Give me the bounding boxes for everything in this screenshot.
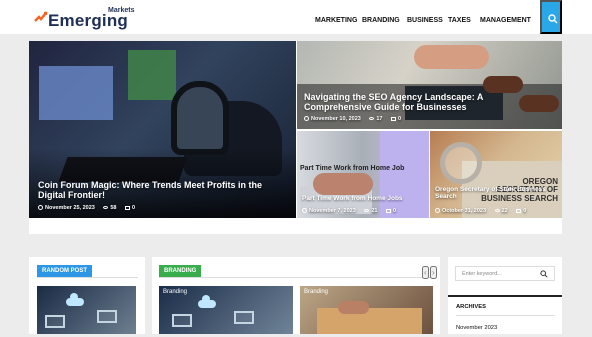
- device-illustration: [234, 311, 254, 324]
- comment-icon: [516, 209, 522, 213]
- archive-link[interactable]: November 2023: [456, 325, 497, 331]
- category-tag[interactable]: Branding: [163, 289, 187, 295]
- eye-icon: [494, 209, 500, 212]
- comment-count: 0: [392, 208, 397, 214]
- magnifying-glass-illustration: [440, 142, 482, 184]
- featured-post-image-part-time[interactable]: Part Time Work from Home Job: [297, 131, 429, 218]
- hands-illustration: [414, 45, 489, 69]
- chevron-left-icon[interactable]: ‹: [422, 266, 429, 279]
- view-count: 17: [376, 116, 383, 122]
- cloud-illustration: [66, 293, 84, 306]
- view-count: 21: [371, 208, 378, 214]
- comment-count: 0: [523, 208, 527, 214]
- hero-oregon-meta: October 31, 2023 22 0: [435, 208, 526, 214]
- nav-taxes[interactable]: TAXES: [448, 17, 471, 24]
- comment-icon: [391, 117, 397, 121]
- image-sign: [380, 131, 429, 218]
- cloud-illustration: [198, 295, 216, 308]
- eye-icon: [103, 206, 109, 209]
- monitor-image: [128, 50, 176, 100]
- eye-icon: [369, 117, 375, 120]
- comment-icon: [385, 209, 391, 213]
- hero-part-time-title[interactable]: Part Time Work from Home Jobs: [302, 195, 420, 202]
- post-date: November 7, 2023: [309, 208, 356, 214]
- logo-wordmark: Emerging: [48, 11, 129, 30]
- clock-icon: [38, 205, 43, 210]
- hero-oregon-title[interactable]: Oregon Secretary of State Business Searc…: [435, 186, 547, 201]
- comment-count: 0: [398, 116, 402, 122]
- search-icon[interactable]: [540, 270, 548, 278]
- clock-icon: [302, 208, 307, 213]
- hero-part-time-meta: November 7, 2023 21 0: [302, 208, 396, 214]
- sidebar-search-input[interactable]: Enter keyword...: [455, 266, 555, 281]
- section-divider: [37, 277, 138, 278]
- archives-heading: ARCHIVES: [456, 304, 486, 310]
- random-post-image[interactable]: [37, 286, 136, 337]
- sidebar-divider: [448, 295, 562, 297]
- search-icon: [548, 14, 558, 24]
- header-search-button[interactable]: [540, 0, 562, 34]
- nav-management[interactable]: MANAGEMENT: [480, 17, 531, 24]
- post-date: October 31, 2023: [442, 208, 487, 214]
- rising-arrow-icon: [34, 11, 48, 22]
- hero-seo-title[interactable]: Navigating the SEO Agency Landscape: A C…: [304, 92, 550, 112]
- hero-seo-meta: November 10, 2023 17 0: [304, 116, 401, 122]
- eye-icon: [364, 209, 370, 212]
- device-illustration: [97, 310, 117, 323]
- nav-business[interactable]: BUSINESS: [407, 17, 443, 24]
- hand-illustration: [338, 301, 369, 314]
- nav-branding[interactable]: BRANDING: [362, 17, 400, 24]
- comment-count: 0: [132, 205, 136, 211]
- nav-marketing[interactable]: MARKETING: [315, 17, 357, 24]
- post-date: November 25, 2023: [45, 205, 95, 211]
- branding-post-image-left[interactable]: Branding: [159, 286, 293, 337]
- branding-post-image-right[interactable]: Branding: [300, 286, 433, 337]
- hand-illustration: [313, 173, 373, 195]
- site-logo[interactable]: Markets Emerging: [34, 6, 134, 30]
- clock-icon: [435, 208, 440, 213]
- comment-icon: [125, 206, 131, 210]
- view-count: 22: [501, 208, 508, 214]
- device-illustration: [45, 315, 65, 328]
- featured-post-image-oregon[interactable]: OREGON SECRETARY OF BUSINESS SEARCH: [430, 131, 562, 218]
- headset-illustration: [171, 81, 229, 155]
- hero-main-title[interactable]: Coin Forum Magic: Where Trends Meet Prof…: [38, 180, 284, 200]
- hero-main-meta: November 25, 2023 58 0: [38, 205, 135, 211]
- post-date: November 10, 2023: [311, 116, 361, 122]
- image-sign-text: Part Time Work from Home Job: [300, 165, 405, 172]
- clock-icon: [304, 116, 309, 121]
- chevron-right-icon[interactable]: ›: [430, 266, 437, 279]
- category-tag[interactable]: Branding: [304, 289, 328, 295]
- section-divider: [159, 277, 433, 278]
- search-placeholder: Enter keyword...: [462, 271, 502, 277]
- monitor-image: [39, 66, 113, 120]
- shoe-illustration: [483, 76, 523, 93]
- device-illustration: [172, 314, 192, 327]
- view-count: 58: [110, 205, 117, 211]
- cardboard-box-illustration: [317, 308, 422, 337]
- archive-divider: [456, 315, 555, 316]
